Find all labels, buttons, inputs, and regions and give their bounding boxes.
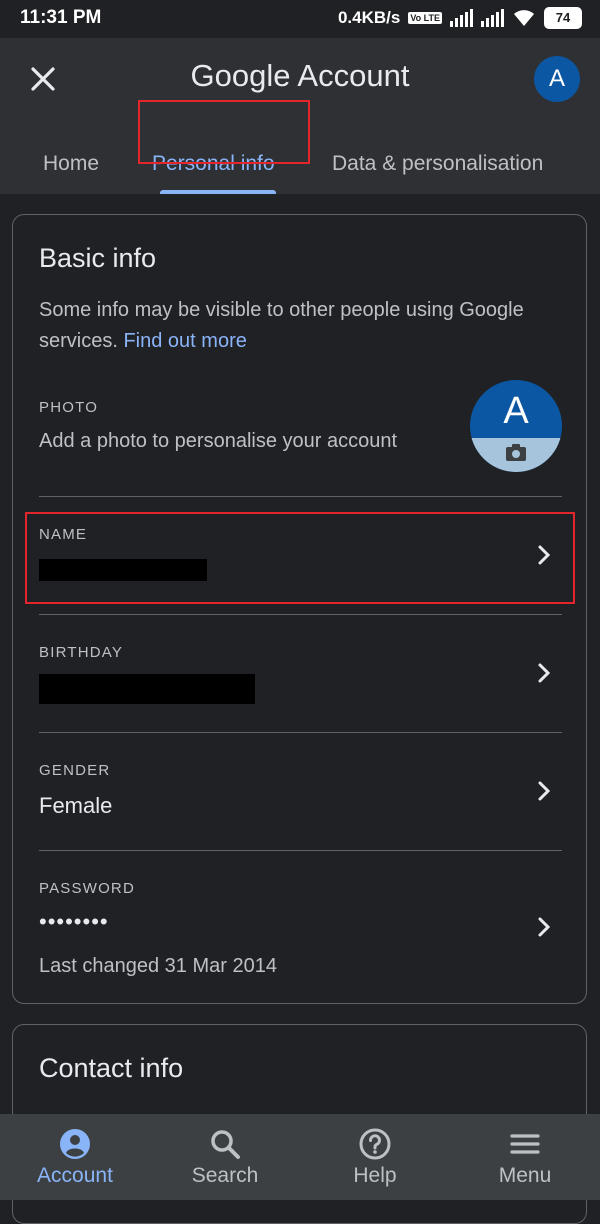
divider bbox=[39, 732, 562, 733]
divider bbox=[39, 850, 562, 851]
gender-label: GENDER bbox=[39, 762, 111, 779]
divider bbox=[39, 496, 562, 497]
title-suffix: Account bbox=[290, 58, 410, 93]
nav-menu[interactable]: Menu bbox=[450, 1114, 600, 1200]
bottom-navigation: Account Search Help Menu bbox=[0, 1114, 600, 1200]
divider bbox=[39, 614, 562, 615]
basic-info-intro: Some info may be visible to other people… bbox=[39, 295, 569, 357]
tab-home[interactable]: Home bbox=[43, 152, 99, 176]
birthday-label: BIRTHDAY bbox=[39, 644, 124, 661]
camera-icon bbox=[506, 444, 526, 461]
chevron-right-icon bbox=[538, 781, 551, 801]
nav-help-label: Help bbox=[353, 1164, 397, 1187]
birthday-redacted bbox=[39, 674, 255, 704]
page-title: Google Account bbox=[0, 58, 600, 94]
search-icon bbox=[211, 1130, 240, 1159]
tabs-fade bbox=[560, 138, 600, 194]
photo-description: Add a photo to personalise your account bbox=[39, 430, 398, 452]
avatar-letter: A bbox=[503, 390, 529, 432]
chevron-right-icon bbox=[538, 663, 551, 683]
signal-1-icon bbox=[450, 9, 473, 27]
intro-text: Some info may be visible to other people… bbox=[39, 299, 524, 352]
status-time: 11:31 PM bbox=[20, 7, 102, 28]
password-last-changed: Last changed 31 Mar 2014 bbox=[39, 955, 277, 977]
menu-icon bbox=[510, 1134, 540, 1154]
tab-data-personalisation[interactable]: Data & personalisation bbox=[332, 152, 543, 176]
photo-label: PHOTO bbox=[39, 399, 99, 416]
nav-help[interactable]: Help bbox=[300, 1114, 450, 1200]
nav-account-label: Account bbox=[37, 1164, 113, 1187]
personal-info-highlight-box bbox=[138, 100, 310, 164]
nav-search[interactable]: Search bbox=[150, 1114, 300, 1200]
basic-info-card: Basic info Some info may be visible to o… bbox=[12, 214, 587, 1004]
nav-account[interactable]: Account bbox=[0, 1114, 150, 1200]
account-circle-icon bbox=[60, 1129, 90, 1159]
name-highlight-box bbox=[25, 512, 575, 604]
find-out-more-link[interactable]: Find out more bbox=[123, 330, 246, 352]
status-bar: 11:31 PM 0.4KB/s Vo LTE 74 bbox=[0, 0, 600, 38]
password-label: PASSWORD bbox=[39, 880, 135, 897]
signal-2-icon bbox=[481, 9, 504, 27]
nav-menu-label: Menu bbox=[498, 1164, 552, 1187]
contact-info-title: Contact info bbox=[39, 1053, 184, 1083]
title-brand: Google bbox=[190, 58, 291, 93]
status-indicators: 0.4KB/s Vo LTE 74 bbox=[338, 7, 582, 29]
chevron-right-icon bbox=[538, 917, 551, 937]
basic-info-title: Basic info bbox=[39, 243, 157, 273]
volte-badge: Vo LTE bbox=[408, 12, 442, 24]
account-avatar[interactable]: A bbox=[534, 56, 580, 102]
gender-value: Female bbox=[39, 793, 113, 818]
nav-search-label: Search bbox=[191, 1164, 259, 1187]
network-speed: 0.4KB/s bbox=[337, 8, 401, 27]
wifi-icon bbox=[514, 10, 534, 26]
profile-photo-avatar[interactable]: A bbox=[470, 380, 562, 472]
battery-indicator: 74 bbox=[544, 7, 582, 29]
help-icon bbox=[359, 1128, 391, 1160]
password-masked: •••••••• bbox=[39, 909, 109, 934]
active-tab-indicator bbox=[160, 190, 276, 194]
